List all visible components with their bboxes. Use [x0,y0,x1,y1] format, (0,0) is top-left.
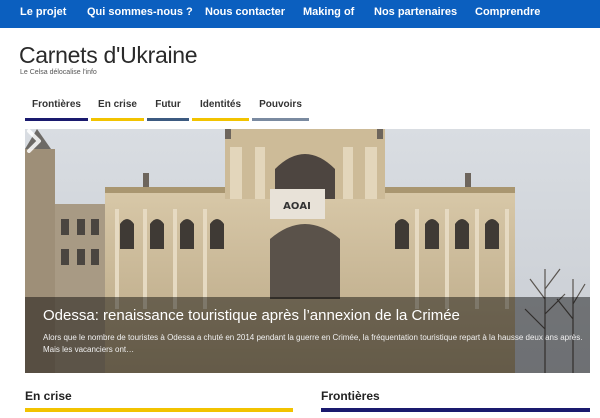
nav-link-comprendre[interactable]: Comprendre [475,6,540,18]
category-tab-futur[interactable]: Futur [147,99,189,121]
category-tab-identites[interactable]: Identités [192,99,249,121]
section-title[interactable]: En crise [25,389,72,403]
category-tab-underline [192,118,249,121]
banner-text: АОАI [283,201,311,212]
nav-link-le-projet[interactable]: Le projet [20,6,66,18]
nav-link-nous-contacter[interactable]: Nous contacter [205,6,285,18]
section-frontieres: Frontières [321,389,590,413]
category-tab-underline [91,118,144,121]
category-tab-underline [252,118,309,121]
hero-slider[interactable]: АОАI Odessa: renaissance touristique apr… [25,129,590,373]
hero-title[interactable]: Odessa: renaissance touristique après l’… [43,307,460,324]
category-tab-en-crise[interactable]: En crise [91,99,144,121]
nav-link-making-of[interactable]: Making of [303,6,354,18]
site-title[interactable]: Carnets d'Ukraine [19,42,198,69]
category-tab-label: Pouvoirs [259,99,302,110]
chevron-right-icon[interactable] [25,129,43,153]
top-navigation: Le projet Qui sommes-nous ? Nous contact… [0,0,600,28]
category-tab-frontieres[interactable]: Frontières [25,99,88,121]
nav-link-qui-sommes-nous[interactable]: Qui sommes-nous ? [87,6,193,18]
category-tab-label: Futur [155,99,181,110]
category-tab-label: En crise [98,99,137,110]
category-tab-pouvoirs[interactable]: Pouvoirs [252,99,309,121]
hero-excerpt: Alors que le nombre de touristes à Odess… [43,333,583,354]
section-underline [25,408,293,412]
section-title[interactable]: Frontières [321,389,380,403]
site-tagline: Le Celsa délocalise l'info [20,69,97,76]
category-tab-underline [147,118,189,121]
section-en-crise: En crise [25,389,293,413]
section-underline [321,408,590,412]
category-tab-underline [25,118,88,121]
category-tab-label: Frontières [32,99,81,110]
nav-link-nos-partenaires[interactable]: Nos partenaires [374,6,457,18]
category-tab-label: Identités [199,99,242,110]
